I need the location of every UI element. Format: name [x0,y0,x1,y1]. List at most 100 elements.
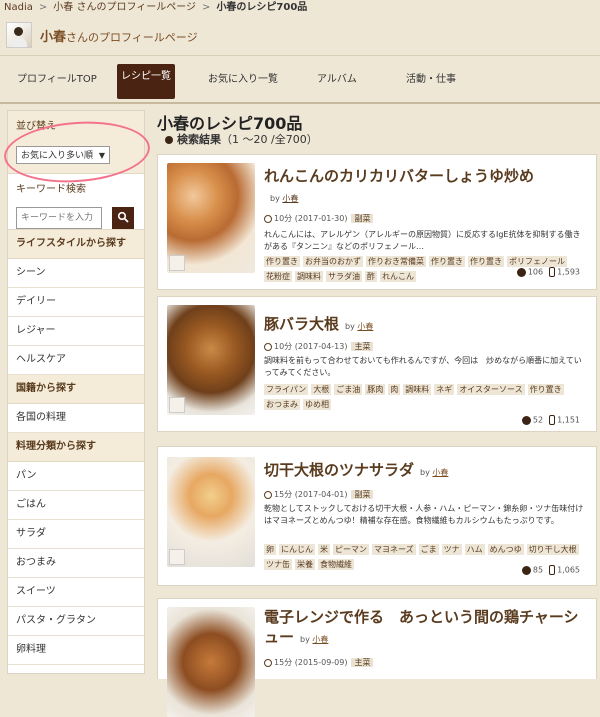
clip-icon [549,565,556,575]
tag[interactable]: 米 [318,544,330,555]
like-count: 85 [532,565,544,575]
tag[interactable]: 調味料 [403,384,432,395]
sidebar-item-leisure[interactable]: レジャー [8,317,144,346]
recipe-thumbnail[interactable] [167,163,255,273]
recipe-title: 豚バラ大根 by 小春 [264,313,373,334]
tag[interactable]: 作りおき常備菜 [366,256,426,267]
tag[interactable]: 肉 [388,384,401,395]
author-link[interactable]: 小春 [357,322,373,331]
recipe-counts: 85 1,065 [521,565,580,575]
sidebar-item-world-cuisine[interactable]: 各国の料理 [8,404,144,433]
tag[interactable]: 栄養 [295,559,315,570]
tag[interactable]: フライパン [264,384,309,395]
profile-name[interactable]: 小春 [40,30,66,45]
recipe-thumbnail[interactable] [167,607,255,717]
breadcrumb: Nadia > 小春 さんのプロフィールページ > 小春のレシピ700品 [0,0,600,16]
tag[interactable]: 作り置き [527,384,564,395]
author-link[interactable]: 小春 [312,635,328,644]
keyword-section: キーワード検索 [8,174,144,230]
tag[interactable]: ピーマン [333,544,369,555]
tag[interactable]: ネギ [434,384,455,395]
recipe-meta: 15分 (2015-09-09) 主菜 [264,657,374,668]
tag[interactable]: 豚肉 [365,384,386,395]
recipe-title-text[interactable]: 切干大根のツナサラダ [264,461,414,479]
author-link[interactable]: 小春 [432,468,448,477]
clock-icon [264,342,272,351]
recipe-card[interactable]: れんこんのカリカリバターしょうゆ炒め by 小春 10分 (2017-01-30… [157,154,597,290]
breadcrumb-current: 小春のレシピ700品 [216,2,308,13]
author-avatar-icon [169,255,185,271]
sidebar-item-rice[interactable]: ごはん [8,491,144,520]
recipe-tags: フライパン 大根 ごま油 豚肉肉調味料 ネギ オイスターソース 作り置きおつまみ ゆめ相 [264,383,584,413]
country-section-title: 国籍から探す [8,375,144,404]
sidebar-item-bread[interactable]: パン [8,462,144,491]
keyword-title: キーワード検索 [16,184,86,195]
tag[interactable]: ツナ缶 [264,559,292,570]
sidebar-item-healthcare[interactable]: ヘルスケア [8,346,144,375]
tab-recipe-list[interactable]: レシピ一覧 [117,64,175,99]
sidebar-item-pasta-gratin[interactable]: パスタ・グラタン [8,607,144,636]
tag[interactable]: ごま油 [334,384,363,395]
tag[interactable]: おつまみ [264,399,300,410]
recipe-card[interactable]: 切干大根のツナサラダ by 小春 15分 (2017-04-01) 副菜 乾物として… [157,446,597,586]
recipe-title-text[interactable]: 豚バラ大根 [264,315,339,333]
recipe-card[interactable]: 電子レンジで作る あっという間の鶏チャーシュー by 小春 15分 (2015-0… [157,598,597,717]
tag[interactable]: ポリフェノール [507,256,567,267]
profile-header: 小春さんのプロフィールページ [0,16,600,54]
author-avatar-icon [169,397,185,413]
tag[interactable]: 作り置き [468,256,504,267]
breadcrumb-link-profile[interactable]: 小春 さんのプロフィールページ [53,2,196,13]
author-link[interactable]: 小春 [282,194,298,203]
recipe-meta: 10分 (2017-01-30) 副菜 [264,213,374,224]
tag[interactable]: にんじん [279,544,315,555]
tag[interactable]: 食物繊維 [318,559,354,570]
sidebar-item-scene[interactable]: シーン [8,259,144,288]
tag[interactable]: めんつゆ [487,544,524,555]
recipe-card[interactable]: 豚バラ大根 by 小春 10分 (2017-04-13) 主菜 調味料を前もって合わ… [157,296,597,432]
sidebar-item-egg[interactable]: 卵料理 [8,636,144,665]
sidebar-item-daily[interactable]: デイリー [8,288,144,317]
tag[interactable]: マヨネーズ [372,544,416,555]
recipe-time: 15分 [274,490,293,499]
recipe-time: 10分 [274,214,293,223]
category-badge: 副菜 [351,490,374,499]
tag[interactable]: 酢 [365,271,377,282]
search-button[interactable] [112,207,134,229]
recipe-counts: 52 1,151 [521,415,580,425]
recipe-thumbnail[interactable] [167,457,255,567]
sidebar: 並び替え お気に入り多い順 ▼ キーワード検索 ライフスタイルから探す シーン … [7,110,145,674]
tag[interactable]: 大根 [311,384,332,395]
tag[interactable]: 卵 [264,544,276,555]
recipe-title[interactable]: れんこんのカリカリバターしょうゆ炒め [264,165,534,186]
avatar[interactable] [6,22,32,48]
recipe-thumbnail[interactable] [167,305,255,415]
search-result-count: 検索結果（1 ～20 /全700） [165,131,318,147]
smiley-icon [521,565,531,575]
tag[interactable]: ごま [418,544,439,555]
tag[interactable]: オイスターソース [457,384,525,395]
tab-profile-top[interactable]: プロフィールTOP [17,70,97,85]
tag[interactable]: サラダ油 [326,271,362,282]
tag[interactable]: 調味料 [295,271,323,282]
clip-count: 1,593 [557,267,580,277]
tab-album[interactable]: アルバム [317,70,357,85]
sidebar-item-sweets[interactable]: スイーツ [8,578,144,607]
tag[interactable]: ハム [464,544,485,555]
tag[interactable]: 切り干し大根 [526,544,579,555]
sidebar-item-salad[interactable]: サラダ [8,520,144,549]
tag[interactable]: ツナ [441,544,462,555]
tab-activity[interactable]: 活動・仕事 [406,70,456,85]
sidebar-item-snacks[interactable]: おつまみ [8,549,144,578]
tag[interactable]: お弁当のおかず [303,256,363,267]
lifestyle-section-title: ライフスタイルから探す [8,230,144,259]
tag[interactable]: 作り置き [264,256,300,267]
tag[interactable]: ゆめ相 [303,399,331,410]
keyword-input[interactable] [16,207,102,229]
breadcrumb-link-home[interactable]: Nadia [4,2,33,13]
tag[interactable]: 花粉症 [264,271,292,282]
tag[interactable]: れんこん [380,271,416,282]
tag[interactable]: 作り置き [429,256,465,267]
result-range: （1 ～20 /全700） [221,133,318,146]
clock-icon [264,490,272,499]
tab-favorites[interactable]: お気に入り一覧 [208,70,278,85]
